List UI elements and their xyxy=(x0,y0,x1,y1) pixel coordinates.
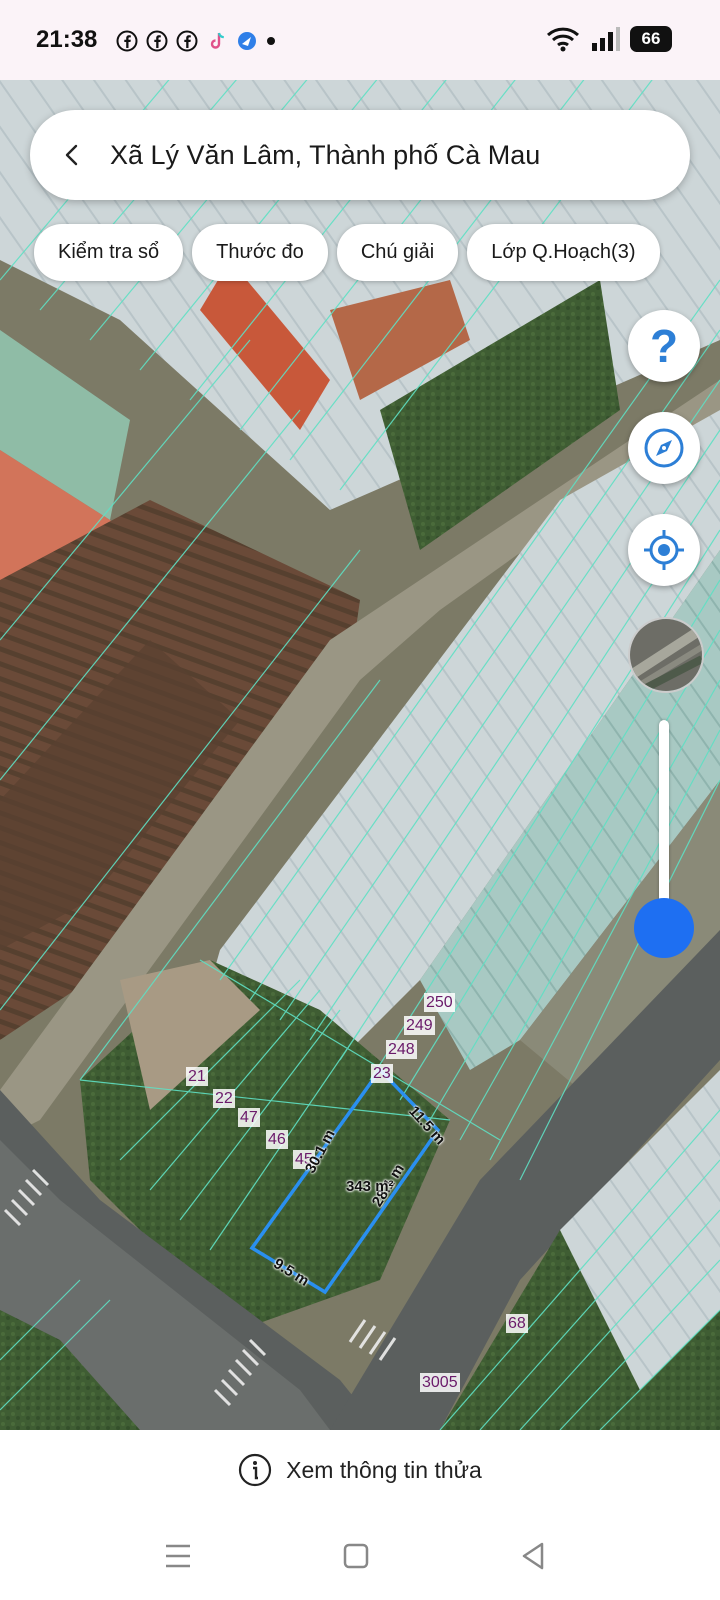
check-book-chip[interactable]: Kiểm tra sổ xyxy=(34,224,184,281)
location-target-icon xyxy=(644,530,684,570)
wifi-icon xyxy=(546,27,580,52)
map-imagery xyxy=(0,80,720,1430)
ruler-chip[interactable]: Thước đo xyxy=(192,224,328,281)
parcel-info-button[interactable]: Xem thông tin thửa xyxy=(0,1430,720,1510)
parcel-label[interactable]: 21 xyxy=(186,1067,208,1086)
map-layer-icon xyxy=(630,619,702,691)
menu-nav-icon[interactable] xyxy=(158,1536,198,1576)
battery-indicator: 66 xyxy=(630,26,672,52)
signal-icon xyxy=(592,27,620,51)
bottom-panel: Xem thông tin thửa xyxy=(0,1430,720,1600)
location-title[interactable]: Xã Lý Văn Lâm, Thành phố Cà Mau xyxy=(110,140,540,171)
dot-icon xyxy=(267,37,275,45)
parcel-label[interactable]: 23 xyxy=(371,1064,393,1083)
parcel-info-label: Xem thông tin thửa xyxy=(286,1456,482,1483)
app-icon xyxy=(238,32,256,50)
parcel-label[interactable]: 3005 xyxy=(420,1373,460,1392)
parcel-label[interactable]: 250 xyxy=(424,993,455,1012)
help-icon: ? xyxy=(649,320,679,372)
notification-icons xyxy=(116,30,276,52)
zoom-slider-handle[interactable] xyxy=(634,898,694,958)
area-label: 343 m² xyxy=(346,1178,394,1195)
facebook-icon xyxy=(116,30,138,52)
tool-chips: Kiểm tra sổ Thước đo Chú giải Lớp Q.Hoạc… xyxy=(34,224,660,281)
planning-layer-chip[interactable]: Lớp Q.Hoạch(3) xyxy=(467,224,660,281)
compass-button[interactable] xyxy=(628,412,700,484)
satellite-map[interactable]: 250 249 248 23 21 22 47 46 45 68 3005 11… xyxy=(0,80,720,1430)
tiktok-icon xyxy=(210,32,224,49)
legend-chip[interactable]: Chú giải xyxy=(336,224,459,281)
parcel-label[interactable]: 249 xyxy=(404,1016,435,1035)
parcel-label[interactable]: 47 xyxy=(238,1108,260,1127)
help-button[interactable]: ? xyxy=(628,310,700,382)
parcel-label[interactable]: 248 xyxy=(386,1040,417,1059)
my-location-button[interactable] xyxy=(628,514,700,586)
parcel-label[interactable]: 46 xyxy=(266,1130,288,1149)
facebook-icon xyxy=(146,30,168,52)
location-search-bar[interactable]: Xã Lý Văn Lâm, Thành phố Cà Mau xyxy=(30,110,690,200)
status-bar: 21:38 66 xyxy=(0,0,720,80)
back-arrow-icon[interactable] xyxy=(60,143,84,167)
clock: 21:38 xyxy=(36,26,98,53)
parcel-label[interactable]: 22 xyxy=(213,1089,235,1108)
system-status: 66 xyxy=(546,26,672,52)
back-nav-icon[interactable] xyxy=(514,1536,554,1576)
home-nav-icon[interactable] xyxy=(336,1536,376,1576)
facebook-icon xyxy=(176,30,198,52)
parcel-label[interactable]: 68 xyxy=(506,1314,528,1333)
info-icon xyxy=(239,1453,272,1487)
map-layer-toggle[interactable] xyxy=(628,617,704,693)
compass-icon xyxy=(644,428,684,468)
